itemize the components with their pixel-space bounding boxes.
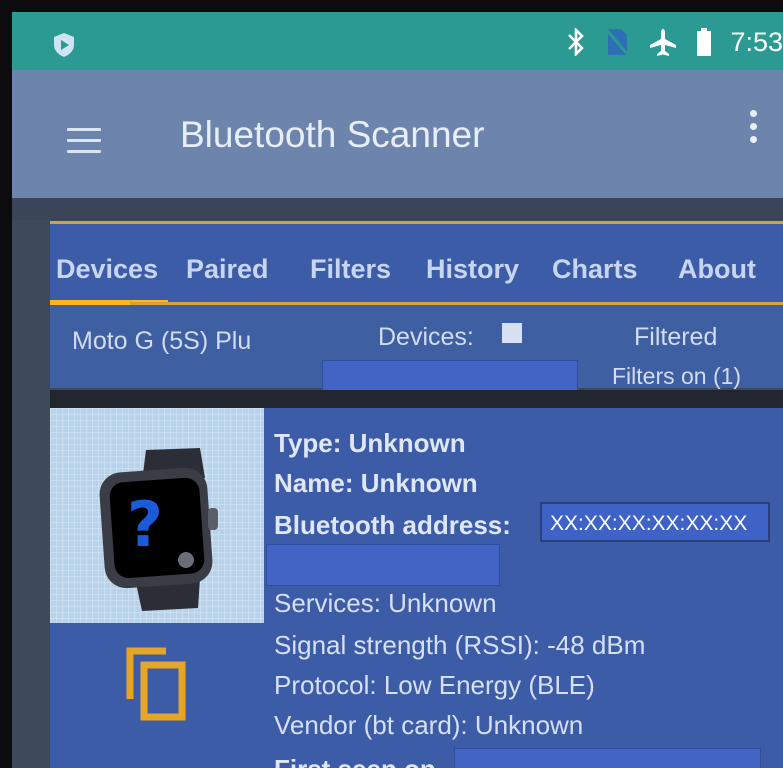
- tab-bar: Devices Paired Filters History Charts Ab…: [50, 224, 783, 306]
- device-thumbnail[interactable]: ?: [50, 408, 264, 623]
- app-shield-icon: [54, 33, 74, 57]
- device-name: Name: Unknown: [274, 468, 478, 498]
- devices-count-value: [502, 323, 522, 343]
- bt-address-value: XX:XX:XX:XX:XX:XX: [540, 502, 770, 542]
- filters-on-status: Filters on (1): [612, 363, 742, 389]
- copy-icon[interactable]: [126, 647, 190, 723]
- svg-text:?: ?: [127, 488, 163, 561]
- filtered-label: Filtered: [634, 323, 718, 351]
- devices-count-label: Devices:: [378, 323, 474, 351]
- card-actions: [50, 623, 264, 768]
- device-model: Moto G (5S) Plu: [72, 327, 252, 355]
- services: Services: Unknown: [274, 588, 497, 618]
- app-bar: Bluetooth Scanner: [12, 70, 783, 198]
- screen: 7:53 Bluetooth Scanner Devices Paired Fi…: [12, 12, 783, 768]
- redacted-field: [454, 748, 761, 768]
- tab-devices[interactable]: Devices: [56, 254, 158, 285]
- clock: 7:53: [730, 26, 783, 57]
- device-type: Type: Unknown: [274, 428, 466, 458]
- tab-paired[interactable]: Paired: [186, 254, 269, 285]
- tab-filters[interactable]: Filters: [310, 254, 391, 285]
- more-vert-icon[interactable]: [750, 110, 758, 150]
- bt-address-label: Bluetooth address:: [274, 510, 511, 540]
- scan-info-strip: Moto G (5S) Plu Devices: Filtered Filter…: [50, 305, 783, 396]
- first-seen-label: First seen on: [274, 754, 436, 768]
- airplane-icon: [650, 29, 677, 56]
- status-icons: 7:53: [566, 20, 783, 64]
- tab-charts[interactable]: Charts: [552, 254, 638, 285]
- status-bar: 7:53: [12, 12, 783, 70]
- divider-band: [12, 198, 783, 220]
- protocol: Protocol: Low Energy (BLE): [274, 670, 595, 700]
- app-title: Bluetooth Scanner: [180, 114, 485, 155]
- tab-about[interactable]: About: [678, 254, 756, 285]
- signal-strength: Signal strength (RSSI): -48 dBm: [274, 630, 646, 660]
- device-details: Type: Unknown Name: Unknown Bluetooth ad…: [264, 408, 783, 768]
- no-sim-icon: [604, 27, 631, 57]
- battery-icon: [697, 28, 712, 56]
- vendor: Vendor (bt card): Unknown: [274, 710, 584, 740]
- bluetooth-icon: [568, 28, 585, 56]
- smartwatch-unknown-icon: ?: [99, 448, 218, 611]
- tab-history[interactable]: History: [426, 254, 519, 285]
- redacted-field: [266, 544, 500, 586]
- hamburger-menu-icon[interactable]: [67, 128, 101, 154]
